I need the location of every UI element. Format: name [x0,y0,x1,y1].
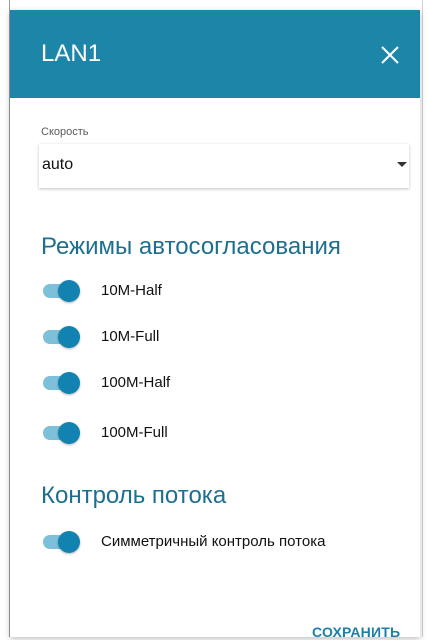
toggle-100m-half[interactable]: 100M-Half [43,371,413,395]
toggle-label: 100M-Half [101,374,171,391]
toggle-symmetric-flow-control[interactable]: Симметричный контроль потока [43,530,413,554]
close-button[interactable] [376,41,404,69]
save-button[interactable]: СОХРАНИТЬ [312,624,400,640]
toggle-10m-full[interactable]: 10M-Full [43,325,413,349]
speed-select[interactable]: auto [39,144,409,188]
toggle-10m-half[interactable]: 10M-Half [43,279,413,303]
toggle-knob [58,372,80,394]
toggle-knob [58,280,80,302]
dialog-header: LAN1 [10,10,420,98]
toggle-label: Симметричный контроль потока [101,533,326,550]
flow-control-section-title: Контроль потока [41,482,227,509]
dropdown-arrow-icon [397,162,407,167]
speed-label: Скорость [41,126,89,138]
toggle-100m-full[interactable]: 100M-Full [43,421,413,445]
toggle-knob [58,326,80,348]
toggle-label: 10M-Half [101,282,162,299]
toggle-label: 100M-Full [101,424,168,441]
close-icon [381,46,399,64]
autoneg-section-title: Режимы автосогласования [41,233,341,260]
lan-port-dialog: LAN1 Скорость auto Режимы автосогласован… [10,10,420,640]
toggle-label: 10M-Full [101,328,160,345]
speed-select-value: auto [42,156,74,173]
toggle-knob [58,422,80,444]
background-divider [422,0,423,637]
dialog-title: LAN1 [41,40,102,67]
toggle-knob [58,531,80,553]
